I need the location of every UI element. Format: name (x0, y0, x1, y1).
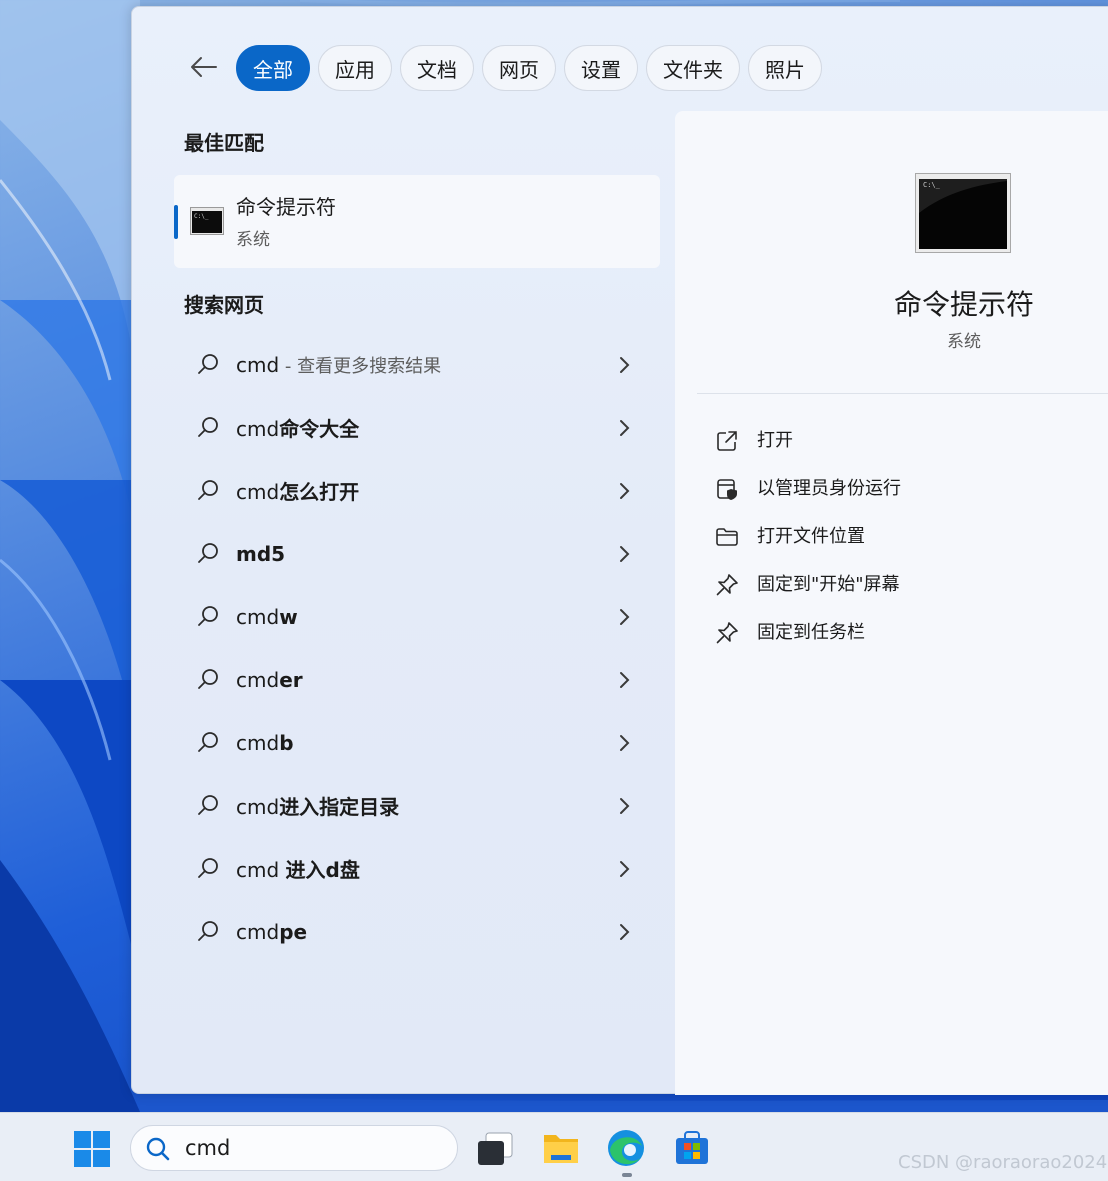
back-arrow-icon (191, 57, 217, 77)
chevron-right-icon (620, 483, 630, 499)
task-view-icon[interactable] (476, 1131, 514, 1167)
detail-divider (697, 393, 1108, 394)
chevron-right-icon (620, 357, 630, 373)
chevron-right-icon (620, 546, 630, 562)
web-search-item[interactable]: cmd怎么打开 (174, 459, 660, 522)
action-label: 以管理员身份运行 (757, 478, 901, 499)
web-search-text: md5 (236, 541, 286, 566)
detail-subtitle: 系统 (947, 332, 981, 352)
detail-title: 命令提示符 (893, 288, 1034, 321)
open-external-icon (717, 431, 737, 451)
chevron-right-icon (620, 672, 630, 688)
action-label: 固定到"开始"屏幕 (757, 574, 900, 595)
tab-web[interactable]: 网页 (482, 45, 556, 91)
web-search-list: cmd - 查看更多搜索结果 cmd命令大全 cmd怎么打开 md5 cmdw … (174, 333, 660, 963)
search-icon (198, 417, 218, 437)
action-label: 打开文件位置 (757, 526, 865, 547)
search-icon (198, 606, 218, 626)
chevron-right-icon (620, 420, 630, 436)
action-label: 打开 (757, 430, 793, 451)
running-indicator (622, 1173, 632, 1177)
web-search-text: cmd - 查看更多搜索结果 (236, 352, 442, 377)
command-prompt-large-icon: C:\_ (915, 173, 1011, 253)
best-match-subtitle: 系统 (236, 230, 270, 250)
search-panel: 全部 应用 文档 网页 设置 文件夹 照片 最佳匹配 C:\_ 命令提示符 系统… (131, 6, 1108, 1095)
best-match-heading: 最佳匹配 (184, 131, 264, 155)
tab-settings[interactable]: 设置 (564, 45, 638, 91)
web-search-item[interactable]: md5 (174, 522, 660, 585)
tab-apps[interactable]: 应用 (318, 45, 392, 91)
edge-icon[interactable] (606, 1128, 646, 1168)
detail-pane: C:\_ 命令提示符 系统 打开 以管理员身份运行 打开文件位置 固定到"开始"… (675, 111, 1108, 1095)
web-search-item[interactable]: cmdw (174, 585, 660, 648)
search-icon (198, 543, 218, 563)
taskbar-search-box[interactable]: cmd (130, 1125, 458, 1171)
search-icon (198, 480, 218, 500)
web-search-item[interactable]: cmdpe (174, 900, 660, 963)
web-search-item[interactable]: cmdb (174, 711, 660, 774)
search-icon (198, 921, 218, 941)
web-search-text: cmd进入指定目录 (236, 795, 400, 819)
chevron-right-icon (620, 924, 630, 940)
web-search-text: cmd命令大全 (236, 417, 360, 441)
command-prompt-icon: C:\_ (190, 207, 224, 235)
web-search-item[interactable]: cmder (174, 648, 660, 711)
web-search-item[interactable]: cmd - 查看更多搜索结果 (174, 333, 660, 396)
file-explorer-icon[interactable] (542, 1129, 580, 1167)
folder-icon (716, 528, 738, 546)
search-icon (198, 795, 218, 815)
web-search-heading: 搜索网页 (184, 293, 264, 317)
tab-all[interactable]: 全部 (236, 45, 310, 91)
web-search-item[interactable]: cmd命令大全 (174, 396, 660, 459)
chevron-right-icon (620, 735, 630, 751)
search-input[interactable]: cmd (185, 1136, 230, 1160)
filter-tabs: 全部 应用 文档 网页 设置 文件夹 照片 (236, 45, 822, 91)
web-search-text: cmd怎么打开 (236, 480, 360, 504)
admin-shield-icon (717, 479, 737, 500)
pin-icon (716, 574, 738, 596)
pin-icon (716, 622, 738, 644)
web-search-text: cmdb (236, 730, 294, 755)
tab-documents[interactable]: 文档 (400, 45, 474, 91)
search-icon (198, 669, 218, 689)
windows-start-icon[interactable] (74, 1131, 110, 1167)
chevron-right-icon (620, 861, 630, 877)
selection-indicator (174, 205, 178, 239)
web-search-item[interactable]: cmd 进入d盘 (174, 837, 660, 900)
tab-folders[interactable]: 文件夹 (646, 45, 740, 91)
back-button[interactable] (184, 49, 224, 85)
svg-text:C:\_: C:\_ (923, 181, 941, 189)
web-search-text: cmdw (236, 604, 298, 629)
microsoft-store-icon[interactable] (674, 1130, 710, 1166)
search-icon (198, 354, 218, 374)
web-search-text: cmd 进入d盘 (236, 858, 360, 882)
svg-text:C:\_: C:\_ (194, 213, 209, 220)
tab-photos[interactable]: 照片 (748, 45, 822, 91)
watermark: CSDN @raoraorao2024 (898, 1152, 1108, 1173)
search-icon (146, 1137, 170, 1161)
web-search-item[interactable]: cmd进入指定目录 (174, 774, 660, 837)
chevron-right-icon (620, 609, 630, 625)
best-match-result[interactable]: C:\_ 命令提示符 系统 (174, 175, 660, 268)
chevron-right-icon (620, 798, 630, 814)
action-label: 固定到任务栏 (757, 622, 865, 643)
best-match-name: 命令提示符 (236, 195, 336, 219)
web-search-text: cmdpe (236, 919, 308, 944)
search-icon (198, 858, 218, 878)
web-search-text: cmder (236, 667, 303, 692)
search-icon (198, 732, 218, 752)
